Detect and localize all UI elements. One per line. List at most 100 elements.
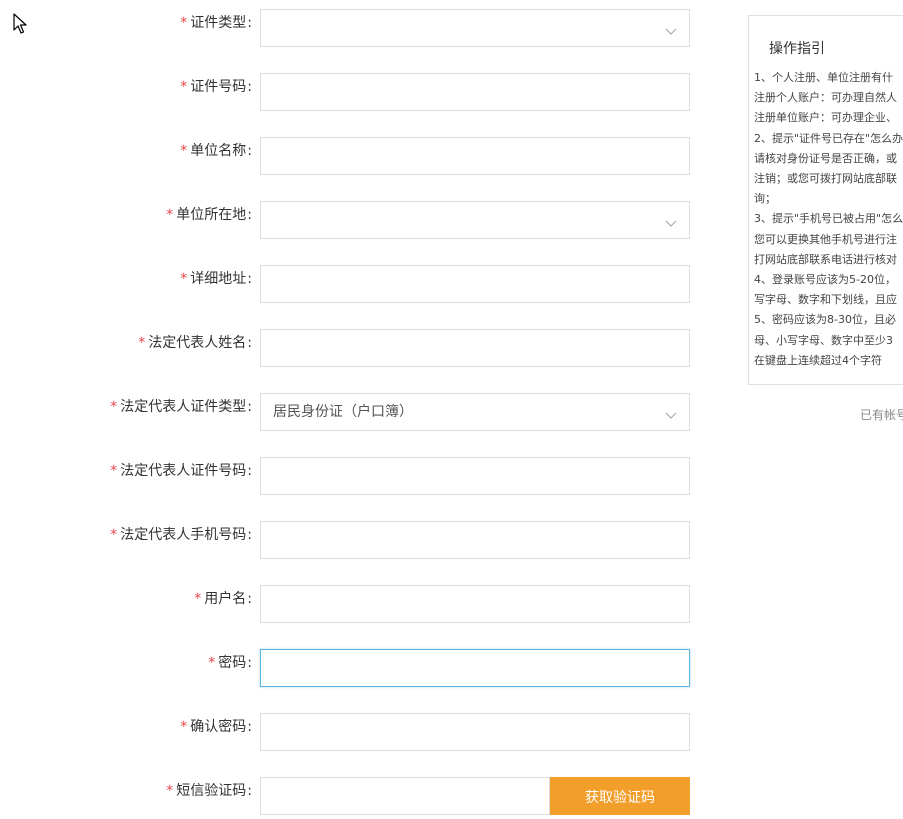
label-colon: :	[247, 591, 252, 607]
field-label-text: 法定代表人手机号码	[120, 527, 247, 543]
field-label-text: 法定代表人姓名	[148, 335, 247, 351]
operation-guide-panel: 操作指引 1、个人注册、单位注册有什 注册个人账户：可办理自然人 注册单位账户：可办…	[748, 15, 903, 385]
field-label-text: 证件类型	[190, 15, 247, 31]
required-mark: *	[208, 655, 216, 671]
required-mark: *	[180, 143, 188, 159]
chevron-down-icon	[665, 22, 677, 35]
guide-line: 1、个人注册、单位注册有什	[754, 71, 893, 84]
text-field[interactable]	[260, 329, 690, 367]
field-label-text: 密码	[218, 655, 247, 671]
form-row: * 证件号码:	[0, 73, 700, 111]
form-row: * 密码:	[0, 649, 700, 687]
form-row: * 法定代表人证件类型: 居民身份证（户口簿）	[0, 393, 700, 431]
select-field[interactable]: 居民身份证（户口簿）	[260, 393, 690, 431]
field-label-text: 法定代表人证件类型	[120, 399, 247, 415]
field-label: * 证件号码:	[180, 73, 252, 111]
guide-line: 母、小写字母、数字中至少3	[754, 333, 893, 347]
password-field[interactable]	[260, 649, 690, 687]
field-label: * 确认密码:	[180, 713, 252, 751]
form-row: * 法定代表人手机号码:	[0, 521, 700, 559]
label-colon: :	[247, 79, 252, 95]
required-mark: *	[110, 527, 118, 543]
text-field[interactable]	[260, 585, 690, 623]
field-label-text: 短信验证码	[176, 783, 247, 799]
required-mark: *	[110, 463, 118, 479]
field-label: * 密码:	[208, 649, 252, 687]
required-mark: *	[166, 783, 174, 799]
form-row: * 单位所在地:	[0, 201, 700, 239]
field-label: * 单位名称:	[180, 137, 252, 175]
get-code-button[interactable]: 获取验证码	[550, 777, 690, 815]
required-mark: *	[180, 79, 188, 95]
login-link[interactable]: 已有帐号	[860, 406, 903, 423]
field-label: * 证件类型:	[180, 9, 252, 47]
label-colon: :	[247, 143, 252, 159]
field-label: * 短信验证码:	[166, 777, 252, 815]
text-field[interactable]	[260, 521, 690, 559]
required-mark: *	[194, 591, 202, 607]
field-label-text: 用户名	[204, 591, 247, 607]
guide-line: 您可以更换其他手机号进行注	[754, 232, 897, 246]
required-mark: *	[166, 207, 174, 223]
password-field[interactable]	[260, 713, 690, 751]
required-mark: *	[180, 719, 188, 735]
guide-line: 注销；或您可拨打网站底部联	[754, 172, 897, 186]
guide-title: 操作指引	[769, 41, 825, 57]
form-row: * 单位名称:	[0, 137, 700, 175]
label-colon: :	[247, 399, 252, 415]
guide-line: 注册个人账户：可办理自然人	[754, 91, 897, 105]
select-field[interactable]	[260, 9, 690, 47]
guide-line: 5、密码应该为8-30位，且必	[754, 313, 896, 327]
required-mark: *	[138, 335, 146, 351]
field-label-text: 证件号码	[190, 79, 247, 95]
field-value: 居民身份证（户口簿）	[273, 404, 413, 420]
guide-line: 3、提示"手机号已被占用"怎么	[754, 212, 903, 226]
guide-line: 打网站底部联系电话进行核对	[754, 252, 897, 266]
label-colon: :	[247, 719, 252, 735]
sms-code-input[interactable]	[260, 777, 550, 815]
form-row: * 确认密码:	[0, 713, 700, 751]
form-row: * 证件类型:	[0, 9, 700, 47]
form-row: * 用户名:	[0, 585, 700, 623]
field-label: * 单位所在地:	[166, 201, 252, 239]
required-mark: *	[180, 15, 188, 31]
guide-line: 询；	[754, 192, 776, 206]
field-label: * 详细地址:	[180, 265, 252, 303]
label-colon: :	[247, 783, 252, 799]
label-colon: :	[247, 527, 252, 543]
chevron-down-icon	[665, 214, 677, 227]
form-row: * 详细地址:	[0, 265, 700, 303]
required-mark: *	[180, 271, 188, 287]
guide-line: 注册单位账户：可办理企业、	[754, 111, 897, 125]
form-row: * 法定代表人证件号码:	[0, 457, 700, 495]
guide-line: 写字母、数字和下划线，且应	[754, 293, 897, 307]
guide-line: 在键盘上连续超过4个字符	[754, 353, 882, 367]
text-field[interactable]	[260, 265, 690, 303]
label-colon: :	[247, 207, 252, 223]
field-label: * 法定代表人手机号码:	[110, 521, 252, 559]
select-field[interactable]	[260, 201, 690, 239]
guide-line: 请核对身份证号是否正确，或	[754, 151, 897, 165]
field-label-text: 单位所在地	[176, 207, 247, 223]
label-colon: :	[247, 655, 252, 671]
field-label-text: 详细地址	[190, 271, 247, 287]
text-field[interactable]	[260, 137, 690, 175]
field-label: * 法定代表人证件类型:	[110, 393, 252, 431]
field-label-text: 法定代表人证件号码	[120, 463, 247, 479]
form-row: * 短信验证码: 获取验证码	[0, 777, 700, 815]
field-label-text: 单位名称	[190, 143, 247, 159]
field-label: * 法定代表人证件号码:	[110, 457, 252, 495]
guide-line: 2、提示"证件号已存在"怎么办	[754, 131, 903, 145]
field-label: * 法定代表人姓名:	[138, 329, 252, 367]
required-mark: *	[110, 399, 118, 415]
text-field[interactable]	[260, 457, 690, 495]
label-colon: :	[247, 15, 252, 31]
label-colon: :	[247, 335, 252, 351]
label-colon: :	[247, 271, 252, 287]
text-field[interactable]	[260, 73, 690, 111]
field-label: * 用户名:	[194, 585, 252, 623]
chevron-down-icon	[665, 406, 677, 419]
guide-text: 1、个人注册、单位注册有什 注册个人账户：可办理自然人 注册单位账户：可办理企业、 2…	[754, 68, 903, 371]
guide-line: 4、登录账号应该为5-20位，	[754, 273, 896, 287]
form-row: * 法定代表人姓名:	[0, 329, 700, 367]
